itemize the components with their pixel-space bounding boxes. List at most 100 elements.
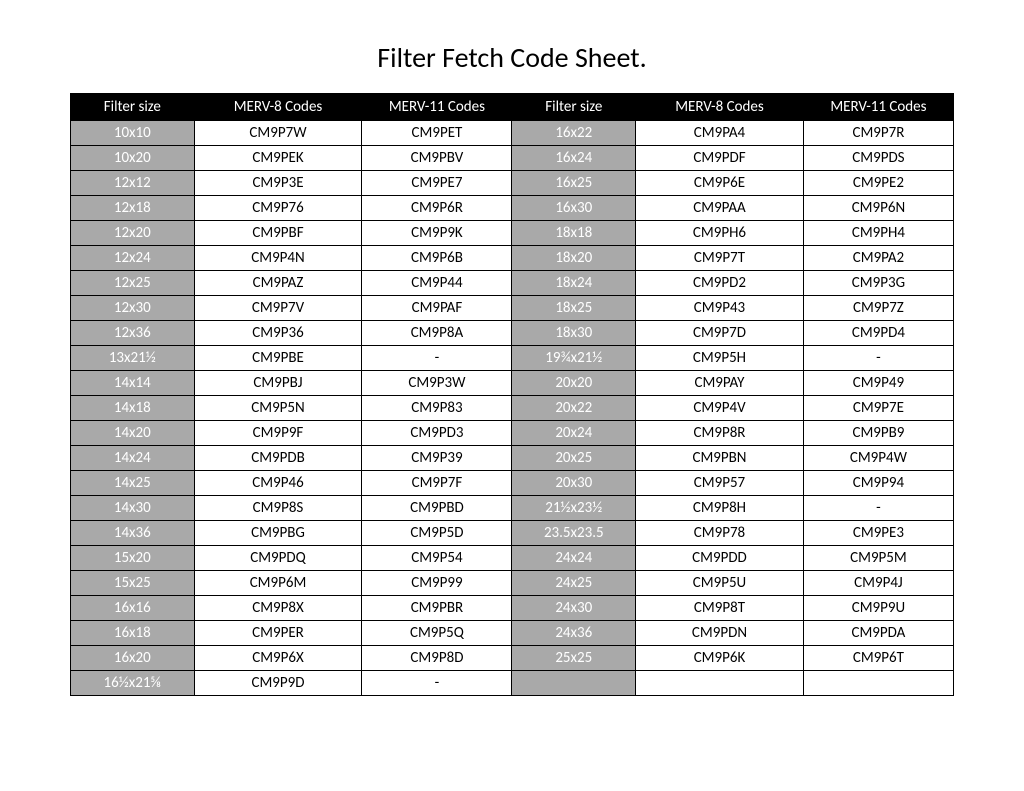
cell-size: 16x16 bbox=[71, 596, 195, 621]
cell-merv8: CM9PBE bbox=[194, 346, 362, 371]
cell-merv11: CM9P7Z bbox=[803, 296, 953, 321]
table-row: 12x25CM9PAZCM9P4418x24CM9PD2CM9P3G bbox=[71, 271, 954, 296]
cell-merv8: CM9PA4 bbox=[636, 121, 804, 146]
cell-merv11: CM9PDA bbox=[803, 621, 953, 646]
cell-merv11: CM9PDS bbox=[803, 146, 953, 171]
cell-merv11: CM9PET bbox=[362, 121, 512, 146]
cell-size: 20x25 bbox=[512, 446, 636, 471]
table-header-row: Filter size MERV-8 Codes MERV-11 Codes F… bbox=[71, 94, 954, 121]
cell-merv8: CM9P8S bbox=[194, 496, 362, 521]
cell-merv8: CM9P5N bbox=[194, 396, 362, 421]
cell-merv8: CM9PDQ bbox=[194, 546, 362, 571]
cell-size: 15x20 bbox=[71, 546, 195, 571]
cell-merv8: CM9PDF bbox=[636, 146, 804, 171]
cell-merv8: CM9P5U bbox=[636, 571, 804, 596]
cell-merv8: CM9P7V bbox=[194, 296, 362, 321]
cell-merv11: CM9PE2 bbox=[803, 171, 953, 196]
cell-merv8: CM9PH6 bbox=[636, 221, 804, 246]
cell-merv8: CM9PBG bbox=[194, 521, 362, 546]
table-row: 14x14CM9PBJCM9P3W20x20CM9PAYCM9P49 bbox=[71, 371, 954, 396]
col-merv11-left: MERV-11 Codes bbox=[362, 94, 512, 121]
cell-size: 12x18 bbox=[71, 196, 195, 221]
cell-size: 16x24 bbox=[512, 146, 636, 171]
table-row: 14x18CM9P5NCM9P8320x22CM9P4VCM9P7E bbox=[71, 396, 954, 421]
cell-merv11: CM9PBR bbox=[362, 596, 512, 621]
cell-merv8: CM9P8R bbox=[636, 421, 804, 446]
cell-merv8: CM9P6M bbox=[194, 571, 362, 596]
table-row: 16x16CM9P8XCM9PBR24x30CM9P8TCM9P9U bbox=[71, 596, 954, 621]
cell-merv11: CM9P49 bbox=[803, 371, 953, 396]
cell-merv11: CM9P44 bbox=[362, 271, 512, 296]
table-row: 10x10CM9P7WCM9PET16x22CM9PA4CM9P7R bbox=[71, 121, 954, 146]
code-table: Filter size MERV-8 Codes MERV-11 Codes F… bbox=[70, 93, 954, 696]
table-row: 12x36CM9P36CM9P8A18x30CM9P7DCM9PD4 bbox=[71, 321, 954, 346]
cell-merv11: CM9PA2 bbox=[803, 246, 953, 271]
cell-merv8: CM9PDB bbox=[194, 446, 362, 471]
table-row: 14x24CM9PDBCM9P3920x25CM9PBNCM9P4W bbox=[71, 446, 954, 471]
cell-merv11: CM9P6N bbox=[803, 196, 953, 221]
table-row: 16x18CM9PERCM9P5Q24x36CM9PDNCM9PDA bbox=[71, 621, 954, 646]
cell-size: 18x30 bbox=[512, 321, 636, 346]
cell-merv8: CM9P5H bbox=[636, 346, 804, 371]
cell-size: 12x12 bbox=[71, 171, 195, 196]
cell-merv11: CM9P6B bbox=[362, 246, 512, 271]
cell-merv8: CM9P76 bbox=[194, 196, 362, 221]
cell-merv8: CM9PBF bbox=[194, 221, 362, 246]
cell-merv11: - bbox=[803, 346, 953, 371]
cell-merv11: CM9P5D bbox=[362, 521, 512, 546]
cell-size: 14x25 bbox=[71, 471, 195, 496]
cell-merv11: CM9P6T bbox=[803, 646, 953, 671]
cell-size: 12x25 bbox=[71, 271, 195, 296]
cell-merv11: CM9P7R bbox=[803, 121, 953, 146]
cell-merv11: CM9P6R bbox=[362, 196, 512, 221]
cell-merv8: CM9P7T bbox=[636, 246, 804, 271]
cell-merv11: CM9P4J bbox=[803, 571, 953, 596]
table-row: 14x20CM9P9FCM9PD320x24CM9P8RCM9PB9 bbox=[71, 421, 954, 446]
cell-size: 12x20 bbox=[71, 221, 195, 246]
table-row: 12x18CM9P76CM9P6R16x30CM9PAACM9P6N bbox=[71, 196, 954, 221]
cell-size: 16x25 bbox=[512, 171, 636, 196]
table-row: 14x36CM9PBGCM9P5D23.5x23.5CM9P78CM9PE3 bbox=[71, 521, 954, 546]
table-row: 12x24CM9P4NCM9P6B18x20CM9P7TCM9PA2 bbox=[71, 246, 954, 271]
cell-merv8: CM9P9D bbox=[194, 671, 362, 696]
cell-size: 16x20 bbox=[71, 646, 195, 671]
cell-merv8: CM9PAZ bbox=[194, 271, 362, 296]
cell-merv11: CM9PBD bbox=[362, 496, 512, 521]
col-filter-size-right: Filter size bbox=[512, 94, 636, 121]
cell-merv8: CM9P46 bbox=[194, 471, 362, 496]
cell-merv8: CM9PAY bbox=[636, 371, 804, 396]
cell-size: 24x30 bbox=[512, 596, 636, 621]
cell-size: 19¾x21½ bbox=[512, 346, 636, 371]
cell-merv8: CM9P9F bbox=[194, 421, 362, 446]
cell-size: 14x30 bbox=[71, 496, 195, 521]
cell-merv11: CM9P99 bbox=[362, 571, 512, 596]
cell-merv8: CM9PEK bbox=[194, 146, 362, 171]
cell-size: 14x14 bbox=[71, 371, 195, 396]
cell-size: 25x25 bbox=[512, 646, 636, 671]
cell-size bbox=[512, 671, 636, 696]
cell-size: 16x18 bbox=[71, 621, 195, 646]
cell-merv11: CM9PB9 bbox=[803, 421, 953, 446]
cell-merv11: CM9PAF bbox=[362, 296, 512, 321]
cell-merv11: CM9P94 bbox=[803, 471, 953, 496]
cell-merv8: CM9P57 bbox=[636, 471, 804, 496]
cell-size: 20x22 bbox=[512, 396, 636, 421]
cell-merv8: CM9P7W bbox=[194, 121, 362, 146]
cell-merv11: CM9P39 bbox=[362, 446, 512, 471]
cell-merv11: CM9P5M bbox=[803, 546, 953, 571]
cell-merv11: CM9P3G bbox=[803, 271, 953, 296]
cell-merv8: CM9PDN bbox=[636, 621, 804, 646]
table-row: 16½x21⅝CM9P9D- bbox=[71, 671, 954, 696]
cell-merv11: CM9P8A bbox=[362, 321, 512, 346]
cell-merv11: CM9P8D bbox=[362, 646, 512, 671]
cell-merv11: - bbox=[362, 671, 512, 696]
cell-merv8: CM9PAA bbox=[636, 196, 804, 221]
col-merv8-right: MERV-8 Codes bbox=[636, 94, 804, 121]
cell-merv11: CM9PD3 bbox=[362, 421, 512, 446]
table-row: 14x30CM9P8SCM9PBD21½x23½CM9P8H- bbox=[71, 496, 954, 521]
cell-merv11: CM9PD4 bbox=[803, 321, 953, 346]
cell-size: 16x30 bbox=[512, 196, 636, 221]
cell-merv8: CM9P3E bbox=[194, 171, 362, 196]
cell-size: 23.5x23.5 bbox=[512, 521, 636, 546]
cell-size: 13x21½ bbox=[71, 346, 195, 371]
